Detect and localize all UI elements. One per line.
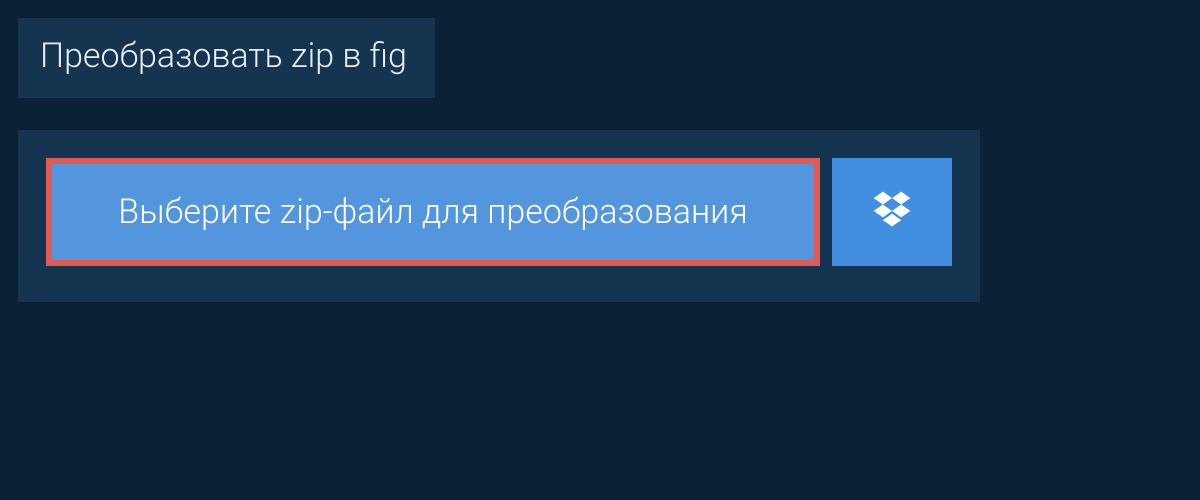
select-file-button[interactable]: Выберите zip-файл для преобразования	[46, 158, 820, 266]
tab-title: Преобразовать zip в fig	[40, 36, 407, 76]
dropbox-icon	[870, 188, 914, 236]
select-file-label: Выберите zip-файл для преобразования	[118, 192, 747, 232]
dropbox-button[interactable]	[832, 158, 952, 266]
conversion-panel: Выберите zip-файл для преобразования	[18, 130, 980, 302]
button-row: Выберите zip-файл для преобразования	[46, 158, 952, 266]
tab-convert-zip-to-fig[interactable]: Преобразовать zip в fig	[18, 18, 435, 98]
